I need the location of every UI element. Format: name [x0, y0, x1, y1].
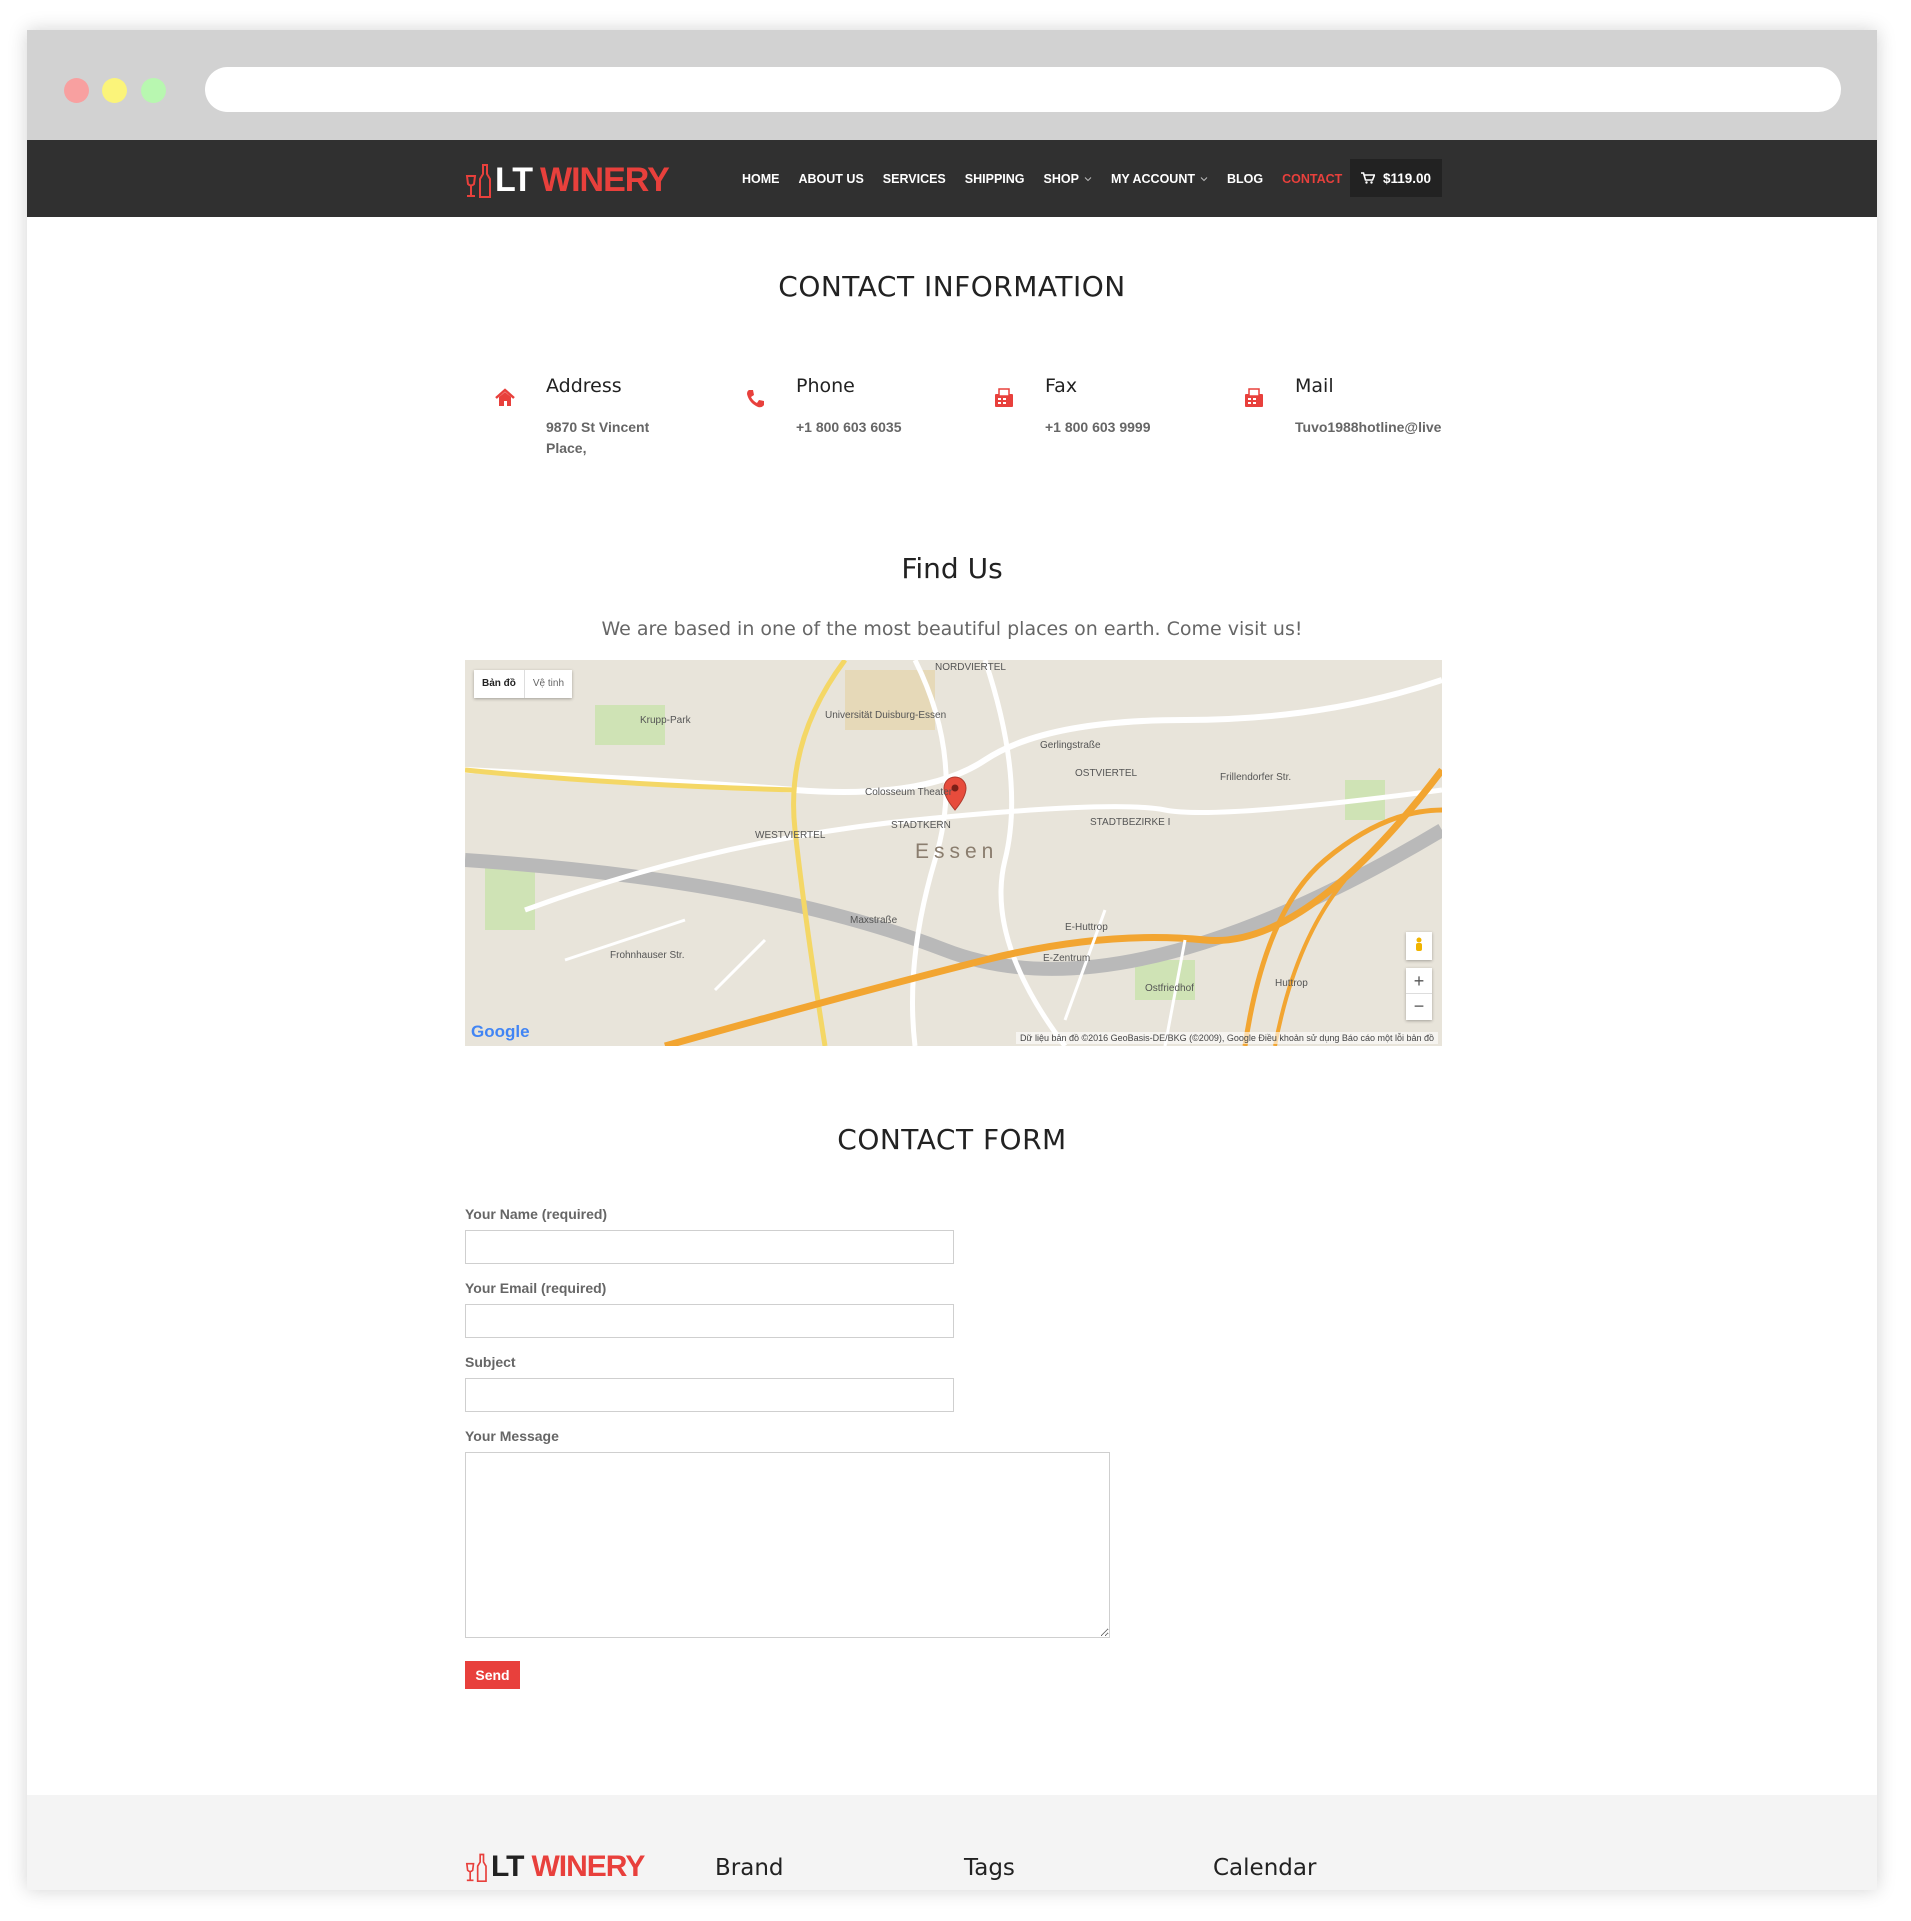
- address-value: 9870 St Vincent Place,: [546, 417, 649, 459]
- fax-value: +1 800 603 9999: [1045, 419, 1151, 435]
- map-label: E-Huttrop: [1065, 922, 1108, 933]
- site-logo[interactable]: LT WINERY: [465, 160, 670, 200]
- mail-value[interactable]: Tuvo1988hotline@live: [1295, 417, 1447, 438]
- footer-tags-heading: Tags: [964, 1855, 1015, 1881]
- nav-shop-label: SHOP: [1043, 171, 1079, 186]
- browser-window: LT WINERY HOME ABOUT US SERVICES SHIPPIN…: [27, 30, 1877, 1890]
- nav-home[interactable]: HOME: [742, 172, 780, 186]
- send-button[interactable]: Send: [465, 1661, 520, 1689]
- map-label: Gerlingstraße: [1040, 740, 1101, 751]
- address-block: Address 9870 St Vincent Place,: [494, 375, 694, 456]
- email-label: Your Email (required): [465, 1280, 607, 1296]
- map-label: STADTBEZIRKE I: [1090, 817, 1171, 828]
- zoom-out-button[interactable]: −: [1406, 994, 1432, 1020]
- mail-block: Mail Tuvo1988hotline@live: [1243, 375, 1443, 435]
- phone-title: Phone: [796, 375, 855, 397]
- subject-label: Subject: [465, 1354, 516, 1370]
- phone-block: Phone +1 800 603 6035: [744, 375, 944, 435]
- phone-icon: [747, 390, 764, 408]
- map-type-map[interactable]: Bản đồ: [474, 670, 524, 698]
- map-label: Frillendorfer Str.: [1220, 772, 1292, 783]
- name-label: Your Name (required): [465, 1206, 608, 1222]
- footer-logo[interactable]: LT WINERY: [465, 1850, 645, 1884]
- nav-shipping[interactable]: SHIPPING: [965, 172, 1025, 186]
- map-zoom-control: + −: [1406, 968, 1432, 1020]
- cart-total: $119.00: [1382, 170, 1432, 186]
- message-label: Your Message: [465, 1428, 559, 1444]
- nav-contact[interactable]: CONTACT: [1282, 172, 1342, 186]
- map-label: E-Zentrum: [1043, 953, 1091, 964]
- main-menu: HOME ABOUT US SERVICES SHIPPING SHOP MY …: [742, 140, 1361, 217]
- minimize-window-button[interactable]: [102, 78, 127, 103]
- footer-calendar-heading: Calendar: [1213, 1855, 1317, 1881]
- cart-icon: [1360, 172, 1375, 184]
- map-label: Huttrop: [1275, 978, 1308, 989]
- address-title: Address: [546, 375, 622, 397]
- address-line-1: 9870 St Vincent: [546, 419, 650, 435]
- find-us-subtitle: We are based in one of the most beautifu…: [601, 618, 1303, 640]
- footer-logo-text-winery: WINERY: [531, 1850, 645, 1883]
- address-line-2: Place,: [546, 440, 587, 456]
- find-us-title: Find Us: [901, 552, 1003, 585]
- address-bar[interactable]: [205, 67, 1841, 112]
- map-type-control: Bản đồ Vệ tinh: [474, 670, 573, 698]
- fax-title: Fax: [1045, 375, 1078, 397]
- browser-chrome: [27, 30, 1877, 140]
- wine-bottle-icon: [465, 164, 491, 198]
- maximize-window-button[interactable]: [141, 78, 166, 103]
- subject-field[interactable]: [465, 1378, 954, 1412]
- map-attribution[interactable]: Dữ liệu bản đồ ©2016 GeoBasis-DE/BKG (©2…: [1015, 1032, 1438, 1044]
- map-label: Colosseum Theater: [865, 787, 953, 798]
- street-view-pegman-icon[interactable]: [1406, 932, 1432, 960]
- message-field[interactable]: [465, 1452, 1110, 1638]
- fax-block: Fax +1 800 603 9999: [993, 375, 1193, 435]
- map-label: Universität Duisburg-Essen: [825, 710, 947, 721]
- site-footer: LT WINERY Brand Tags Calendar: [27, 1795, 1877, 1890]
- logo-text-winery: WINERY: [540, 160, 670, 199]
- cart-button[interactable]: $119.00: [1350, 159, 1442, 197]
- map-label: WESTVIERTEL: [755, 830, 826, 841]
- map-type-satellite[interactable]: Vệ tinh: [523, 670, 572, 698]
- footer-logo-text-lt: LT: [491, 1850, 524, 1883]
- contact-form-title: CONTACT FORM: [837, 1123, 1067, 1156]
- map-label: Maxstraße: [850, 915, 898, 926]
- footer-brand-heading: Brand: [715, 1855, 784, 1881]
- nav-blog[interactable]: BLOG: [1227, 172, 1263, 186]
- map-embed[interactable]: Bản đồ Vệ tinh NORDVIERTEL Universität D…: [465, 660, 1442, 1046]
- site-header: LT WINERY HOME ABOUT US SERVICES SHIPPIN…: [27, 140, 1877, 217]
- nav-my-account[interactable]: MY ACCOUNT: [1111, 172, 1208, 186]
- wine-bottle-icon: [465, 1853, 487, 1882]
- nav-services[interactable]: SERVICES: [883, 172, 946, 186]
- contact-information-title: CONTACT INFORMATION: [778, 270, 1126, 303]
- map-label: Ostfriedhof: [1145, 983, 1194, 994]
- map-label: STADTKERN: [891, 820, 951, 831]
- chevron-down-icon: [1200, 176, 1208, 181]
- fax-icon: [995, 388, 1013, 407]
- logo-text-lt: LT: [495, 160, 533, 199]
- google-logo[interactable]: Google: [471, 1022, 530, 1042]
- map-label: OSTVIERTEL: [1075, 768, 1138, 779]
- map-label: NORDVIERTEL: [935, 662, 1006, 673]
- nav-my-account-label: MY ACCOUNT: [1110, 171, 1195, 186]
- phone-value[interactable]: +1 800 603 6035: [796, 417, 902, 438]
- map-label: Frohnhauser Str.: [610, 950, 685, 961]
- home-icon: [495, 388, 515, 406]
- email-field[interactable]: [465, 1304, 954, 1338]
- nav-shop[interactable]: SHOP: [1044, 172, 1092, 186]
- close-window-button[interactable]: [64, 78, 89, 103]
- chevron-down-icon: [1084, 176, 1092, 181]
- nav-about-us[interactable]: ABOUT US: [799, 172, 864, 186]
- map-city-label: Essen: [915, 840, 999, 863]
- map-label: Krupp-Park: [640, 715, 691, 726]
- zoom-in-button[interactable]: +: [1406, 968, 1432, 994]
- mail-icon: [1245, 388, 1263, 407]
- name-field[interactable]: [465, 1230, 954, 1264]
- mail-title: Mail: [1295, 375, 1334, 397]
